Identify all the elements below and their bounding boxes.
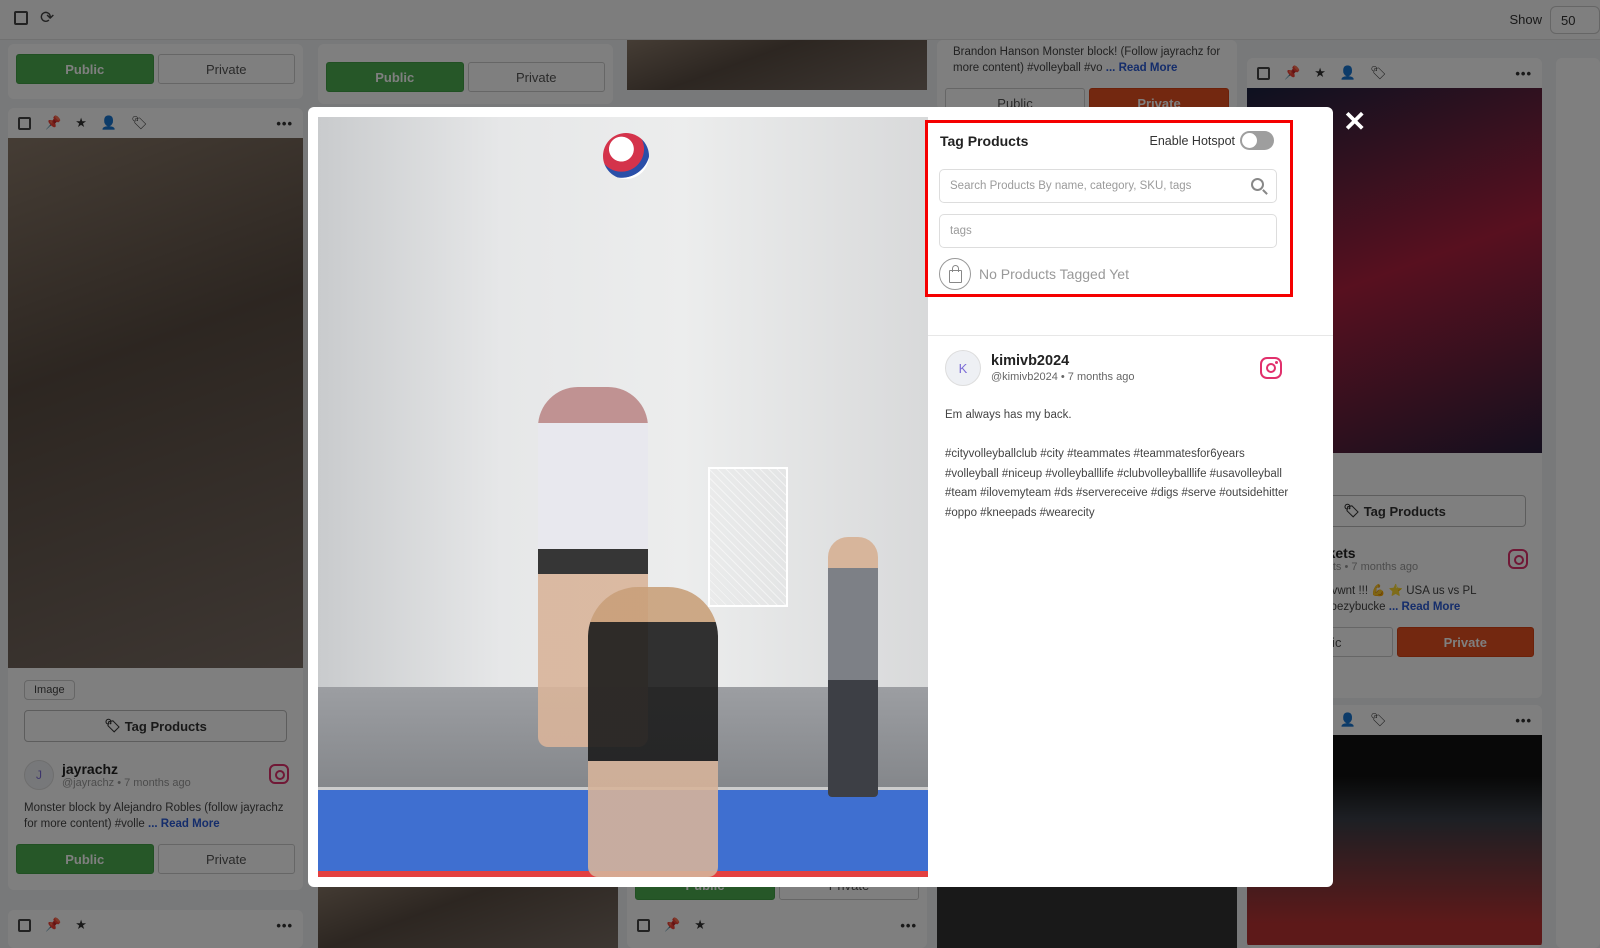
author-name: kimivb2024 xyxy=(991,353,1070,369)
caption-text: Em always has my back. xyxy=(945,409,1072,421)
empty-state: No Products Tagged Yet xyxy=(939,258,1129,290)
author-handle: @kimivb2024 xyxy=(991,371,1058,383)
author-meta: @kimivb2024 • 7 months ago xyxy=(991,371,1135,383)
product-search-input[interactable] xyxy=(940,170,1276,202)
hashtags: #cityvolleyballclub #city #teammates #te… xyxy=(945,448,1289,519)
enable-hotspot-label: Enable Hotspot xyxy=(1149,134,1235,148)
tag-products-panel: Tag Products Enable Hotspot No Products … xyxy=(925,120,1293,297)
post-photo[interactable] xyxy=(318,117,928,877)
shopping-bag-icon xyxy=(939,258,971,290)
enable-hotspot-toggle[interactable] xyxy=(1240,131,1274,150)
tag-products-title: Tag Products xyxy=(940,133,1029,149)
search-icon[interactable] xyxy=(1251,178,1264,191)
empty-message: No Products Tagged Yet xyxy=(979,266,1129,282)
post-time: 7 months ago xyxy=(1067,371,1135,383)
tags-input[interactable] xyxy=(940,215,1276,247)
product-search-field xyxy=(939,169,1277,203)
avatar: K xyxy=(945,350,981,386)
close-icon[interactable]: ✕ xyxy=(1343,108,1366,136)
post-caption: Em always has my back. #cityvolleyballcl… xyxy=(945,406,1295,543)
volleyball xyxy=(603,133,649,179)
post-author: K kimivb2024 @kimivb2024 • 7 months ago xyxy=(945,350,1134,386)
instagram-icon[interactable] xyxy=(1260,357,1282,379)
tags-field xyxy=(939,214,1277,248)
divider xyxy=(928,335,1333,336)
